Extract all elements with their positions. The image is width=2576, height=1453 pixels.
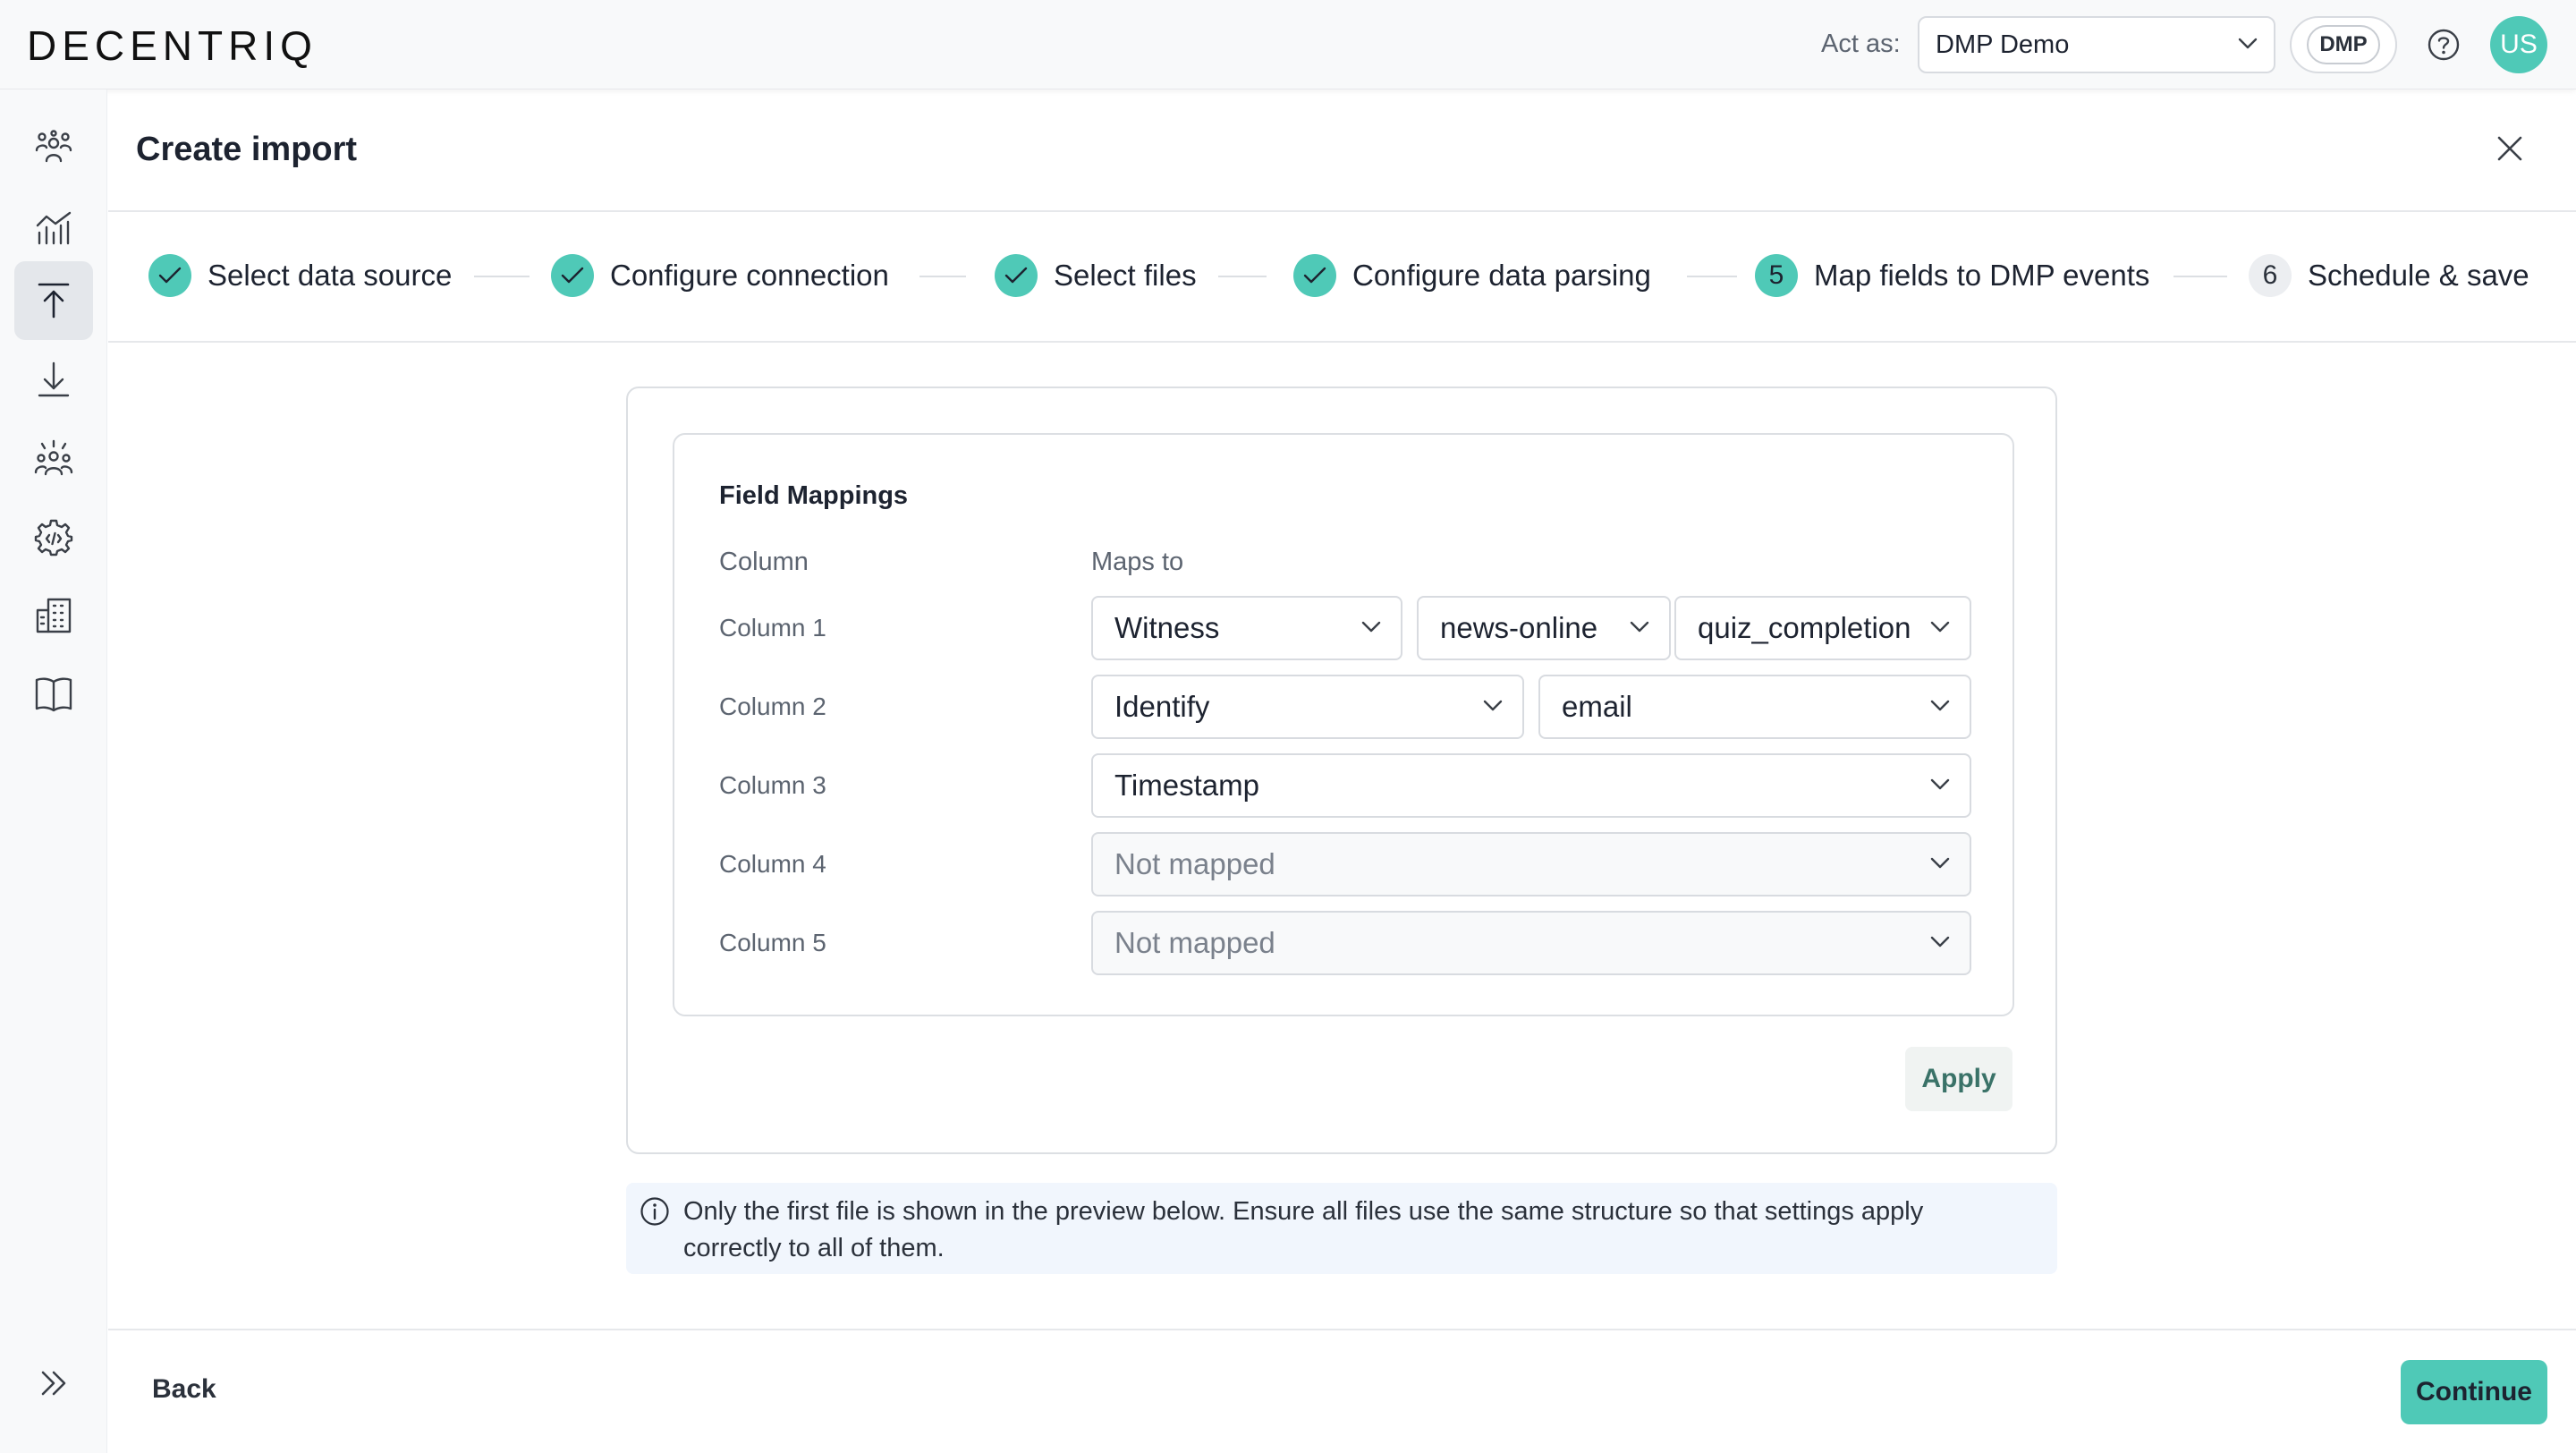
dmp-toggle[interactable]: DMP (2290, 16, 2397, 73)
chevron-down-icon (1361, 621, 1381, 633)
step-connector (919, 276, 966, 277)
close-icon[interactable] (2496, 134, 2524, 163)
check-icon (551, 254, 594, 297)
chevron-down-icon (2238, 38, 2258, 50)
step-number: 6 (2249, 254, 2292, 297)
apply-button[interactable]: Apply (1905, 1047, 2012, 1111)
check-icon (995, 254, 1038, 297)
select-placeholder: Not mapped (1114, 926, 1275, 959)
chevron-down-icon (1930, 936, 1950, 948)
top-bar: DECENTRIQ Act as: DMP Demo DMP US (0, 0, 2576, 89)
column-header: Column (719, 548, 809, 576)
step-label: Map fields to DMP events (1814, 259, 2150, 292)
column-label: Column 3 (719, 771, 826, 799)
building-icon[interactable] (14, 576, 93, 655)
event-type-select[interactable]: Identify (1091, 675, 1524, 739)
step-connector (1218, 276, 1267, 277)
select-value: email (1562, 690, 1632, 723)
select-value: Identify (1114, 690, 1210, 723)
step-label: Configure data parsing (1352, 259, 1651, 292)
column-label: Column 2 (719, 693, 826, 720)
header-divider (108, 210, 2576, 212)
chevron-down-icon (1930, 700, 1950, 712)
select-value: news-online (1440, 611, 1598, 644)
column-label: Column 5 (719, 929, 826, 956)
chevron-down-icon (1930, 621, 1950, 633)
mapping-card: Field Mappings Column Maps to Column 1 W… (626, 387, 2057, 1154)
stepper-divider (108, 341, 2576, 343)
step-select-data-source[interactable]: Select data source (148, 252, 452, 299)
event-type-select[interactable]: Witness (1091, 596, 1402, 660)
download-icon[interactable] (14, 340, 93, 419)
chevron-down-icon (1483, 700, 1503, 712)
step-select-files[interactable]: Select files (995, 252, 1197, 299)
step-label: Select files (1054, 259, 1197, 292)
step-label: Configure connection (610, 259, 889, 292)
step-label: Schedule & save (2308, 259, 2529, 292)
step-connector (474, 276, 530, 277)
info-banner: Only the first file is shown in the prev… (626, 1183, 2057, 1274)
analytics-icon[interactable] (14, 188, 93, 267)
step-configure-data-parsing[interactable]: Configure data parsing (1293, 252, 1651, 299)
chevron-down-icon (1930, 778, 1950, 791)
select-value: Timestamp (1114, 769, 1259, 802)
mapping-select[interactable]: Not mapped (1091, 832, 1971, 896)
help-icon[interactable] (2426, 27, 2462, 63)
audience-icon[interactable] (14, 419, 93, 497)
dmp-badge: DMP (2307, 25, 2380, 64)
maps-to-header: Maps to (1091, 548, 1184, 576)
step-schedule-save[interactable]: 6 Schedule & save (2249, 252, 2529, 299)
step-number: 5 (1755, 254, 1798, 297)
page-title: Create import (136, 131, 358, 168)
identifier-select[interactable]: email (1538, 675, 1971, 739)
check-icon (1293, 254, 1336, 297)
act-as-value: DMP Demo (1936, 30, 2070, 59)
select-value: Witness (1114, 611, 1220, 644)
import-stepper: Select data source Configure connection … (148, 252, 2563, 299)
act-as-label: Act as: (1821, 30, 1901, 58)
field-mappings-panel: Field Mappings Column Maps to Column 1 W… (673, 433, 2014, 1016)
check-icon (148, 254, 191, 297)
step-connector (1687, 276, 1737, 277)
continue-button[interactable]: Continue (2401, 1360, 2547, 1424)
column-label: Column 1 (719, 614, 826, 642)
user-avatar[interactable]: US (2490, 16, 2547, 73)
back-button[interactable]: Back (152, 1374, 216, 1405)
info-icon (639, 1195, 671, 1228)
mapping-select[interactable]: Timestamp (1091, 753, 1971, 818)
chevron-down-icon (1930, 857, 1950, 870)
left-sidebar (0, 89, 107, 1453)
step-map-fields[interactable]: 5 Map fields to DMP events (1755, 252, 2149, 299)
act-as-select[interactable]: DMP Demo (1918, 16, 2275, 73)
column-label: Column 4 (719, 850, 826, 878)
event-name-select[interactable]: quiz_completion (1674, 596, 1971, 660)
field-mappings-title: Field Mappings (719, 481, 909, 510)
select-placeholder: Not mapped (1114, 847, 1275, 880)
mapping-select[interactable]: Not mapped (1091, 911, 1971, 975)
select-value: quiz_completion (1698, 611, 1911, 644)
settings-code-icon[interactable] (14, 497, 93, 576)
step-configure-connection[interactable]: Configure connection (551, 252, 889, 299)
footer-divider (108, 1329, 2576, 1330)
double-chevron-right-icon[interactable] (14, 1344, 93, 1423)
decentriq-logo[interactable]: DECENTRIQ (27, 21, 318, 70)
source-select[interactable]: news-online (1417, 596, 1671, 660)
step-connector (2174, 276, 2227, 277)
step-label: Select data source (208, 259, 453, 292)
upload-icon[interactable] (14, 261, 93, 340)
chevron-down-icon (1630, 621, 1649, 633)
info-text: Only the first file is shown in the prev… (683, 1197, 1924, 1262)
people-icon[interactable] (14, 109, 93, 188)
book-icon[interactable] (14, 655, 93, 734)
